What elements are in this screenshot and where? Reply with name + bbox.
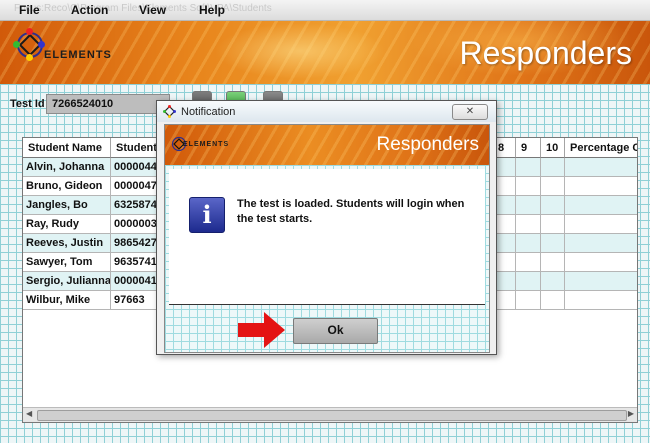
test-id-label: Test Id: [10, 98, 45, 110]
menu-bar: Focus:Reco\C\Program Files\Elements Soft…: [0, 0, 650, 21]
answer-cell: [516, 158, 541, 177]
dialog-title: Notification: [181, 106, 236, 118]
banner-title: Responders: [459, 35, 632, 71]
student-id-cell: 00000441: [111, 158, 159, 177]
student-id-cell: 96357412: [111, 253, 159, 272]
dialog-close-button[interactable]: ✕: [452, 104, 488, 120]
answer-cell: [541, 272, 565, 291]
dialog-titlebar: Notification ✕: [157, 101, 496, 122]
scrollbar-thumb[interactable]: [37, 410, 627, 421]
notification-dialog: Notification ✕ ELEMENTS Responders i The…: [156, 100, 497, 355]
menu-view[interactable]: View: [139, 3, 166, 17]
close-icon: ✕: [465, 106, 475, 117]
header-banner: ELEMENTS Responders: [0, 21, 650, 84]
column-header-percentage[interactable]: Percentage C: [565, 138, 637, 158]
dialog-logo-text: ELEMENTS: [183, 141, 230, 148]
student-id-cell: 97663: [111, 291, 159, 310]
answer-cell: [541, 196, 565, 215]
student-name-cell: Sergio, Julianna: [23, 272, 111, 291]
app-logo-icon: [163, 105, 176, 118]
dialog-banner: ELEMENTS Responders: [165, 125, 489, 165]
dialog-body: ELEMENTS Responders i The test is loaded…: [164, 124, 490, 353]
logo-dot-green: [13, 41, 20, 48]
column-header-9[interactable]: 9: [516, 138, 541, 158]
answer-cell: [541, 215, 565, 234]
answer-cell: [541, 291, 565, 310]
menu-action[interactable]: Action: [71, 3, 108, 17]
column-header-student-id[interactable]: Student: [111, 138, 159, 158]
logo-dot-yellow: [26, 54, 33, 61]
student-id-cell: 00000410: [111, 272, 159, 291]
answer-cell: [516, 215, 541, 234]
student-id-cell: 63258741: [111, 196, 159, 215]
answer-cell: [516, 234, 541, 253]
answer-cell: [541, 234, 565, 253]
scroll-right-icon[interactable]: ▶: [628, 409, 634, 418]
red-arrow-icon: [238, 312, 285, 348]
horizontal-scrollbar[interactable]: ◀ ▶: [23, 407, 637, 422]
scroll-left-icon[interactable]: ◀: [26, 409, 32, 418]
answer-cell: [541, 158, 565, 177]
dialog-banner-title: Responders: [376, 134, 479, 155]
logo-text: ELEMENTS: [44, 49, 112, 61]
student-id-cell: 98654271: [111, 234, 159, 253]
answer-cell: [516, 253, 541, 272]
student-name-cell: Wilbur, Mike: [23, 291, 111, 310]
student-name-cell: Sawyer, Tom: [23, 253, 111, 272]
student-name-cell: Alvin, Johanna: [23, 158, 111, 177]
student-id-cell: 00000038: [111, 215, 159, 234]
test-id-field[interactable]: 7266524010: [46, 94, 170, 114]
answer-cell: [541, 253, 565, 272]
student-name-cell: Reeves, Justin: [23, 234, 111, 253]
dialog-message: The test is loaded. Students will login …: [237, 198, 465, 225]
answer-cell: [516, 272, 541, 291]
logo-dot-red: [26, 28, 33, 35]
answer-cell: [541, 177, 565, 196]
column-header-student-name[interactable]: Student Name: [23, 138, 111, 158]
student-id-cell: 00000470: [111, 177, 159, 196]
answer-cell: [516, 291, 541, 310]
logo-dot-blue: [38, 41, 45, 48]
info-icon: i: [189, 197, 225, 233]
answer-cell: [516, 177, 541, 196]
student-name-cell: Ray, Rudy: [23, 215, 111, 234]
student-name-cell: Jangles, Bo: [23, 196, 111, 215]
menu-help[interactable]: Help: [199, 3, 225, 17]
ok-button[interactable]: Ok: [293, 318, 378, 344]
menu-file[interactable]: File: [19, 3, 40, 17]
column-header-10[interactable]: 10: [541, 138, 565, 158]
student-name-cell: Bruno, Gideon: [23, 177, 111, 196]
answer-cell: [516, 196, 541, 215]
dialog-message-pane: i The test is loaded. Students will logi…: [169, 169, 485, 305]
